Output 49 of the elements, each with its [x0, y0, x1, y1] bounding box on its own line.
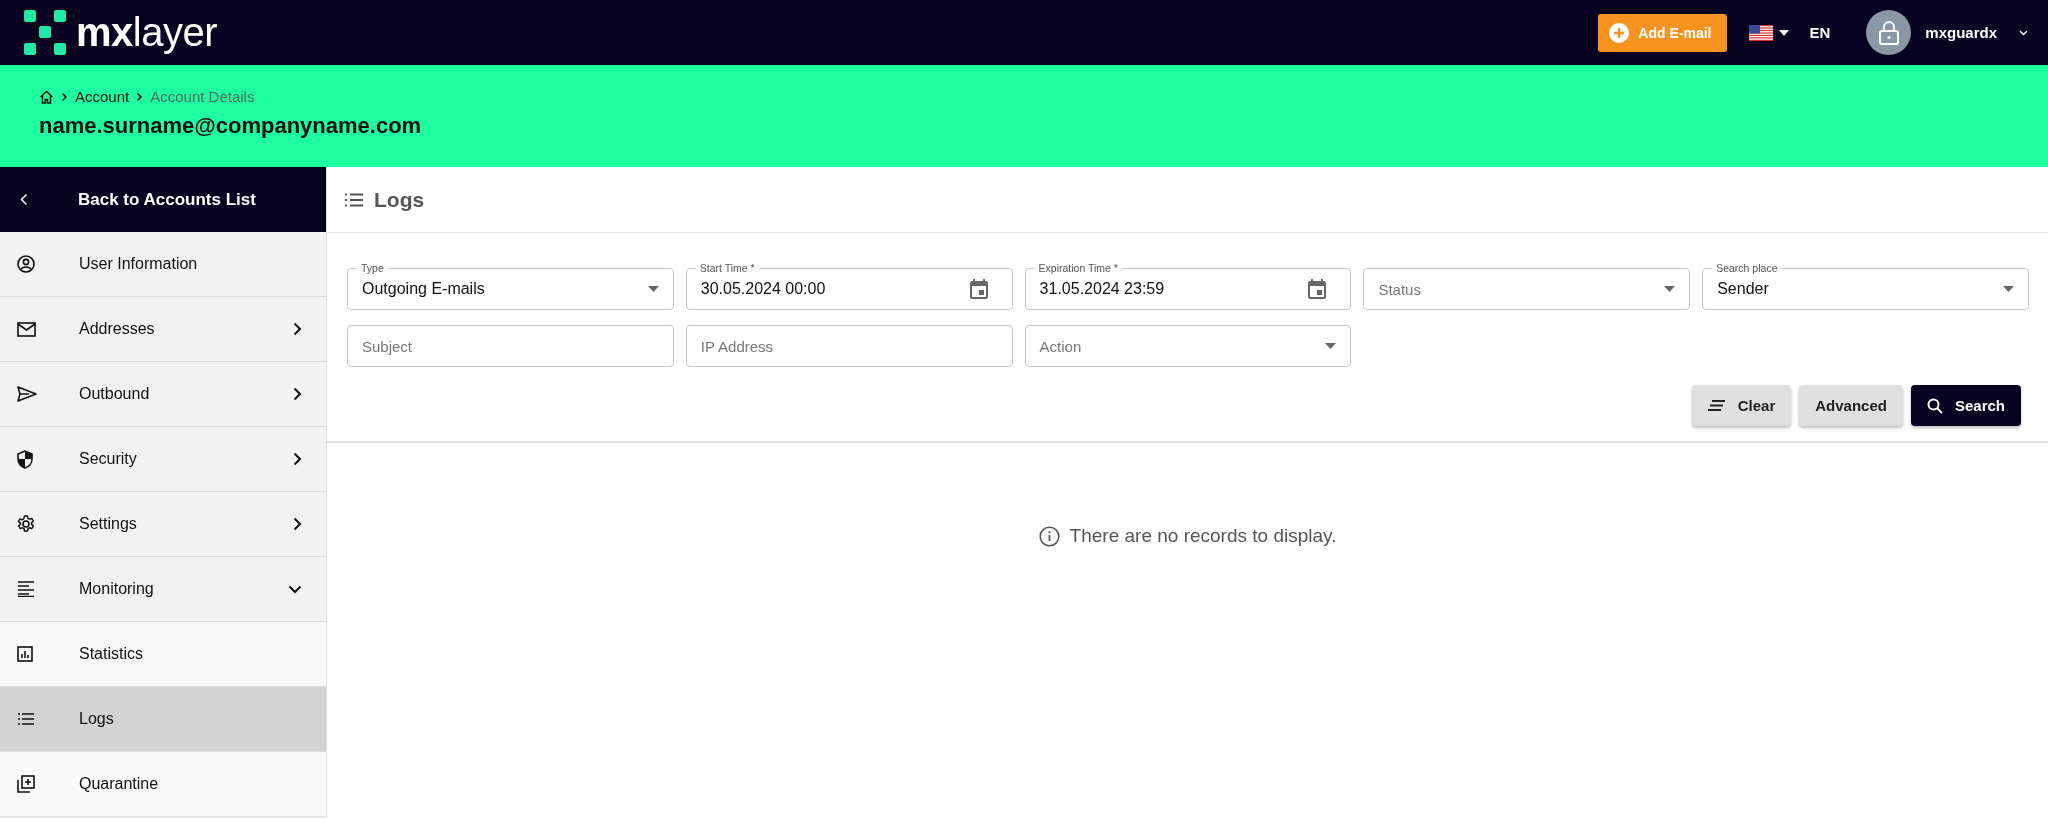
- sidebar-item[interactable]: Logs: [0, 687, 326, 752]
- flag-icon: [1749, 24, 1774, 41]
- lines-icon: [1707, 400, 1726, 411]
- dropdown-field[interactable]: Action: [1024, 325, 1352, 367]
- breadcrumb-link[interactable]: Account Details: [150, 88, 255, 105]
- search-button[interactable]: Search: [1910, 385, 2021, 426]
- gear-icon: [17, 515, 35, 533]
- info-icon: [1038, 525, 1060, 547]
- user-circle-icon: [17, 255, 35, 273]
- bar-chart-icon: [17, 646, 33, 662]
- calendar-icon[interactable]: [969, 279, 988, 299]
- chevron-left-icon: [20, 193, 28, 206]
- breadcrumb-link[interactable]: Account: [75, 88, 130, 105]
- language-code: EN: [1809, 24, 1831, 41]
- calendar-icon[interactable]: [1308, 279, 1327, 299]
- input-field[interactable]: IP Address: [685, 325, 1013, 367]
- caret-down-icon: [2003, 286, 2014, 292]
- back-to-accounts-button[interactable]: Back to Accounts List: [0, 167, 326, 232]
- account-email: name.surname@companyname.com: [39, 113, 423, 139]
- plus-circle-icon: [1609, 22, 1630, 43]
- chevron-down-icon: [2019, 29, 2028, 36]
- caret-icon: [1779, 29, 1790, 36]
- empty-message: There are no records to display.: [1069, 525, 1337, 547]
- dropdown-field[interactable]: Status: [1363, 268, 1691, 310]
- shield-icon: [17, 449, 33, 469]
- panel-title: Logs: [374, 187, 425, 212]
- chevron-right-icon: [61, 91, 68, 102]
- plain-button[interactable]: Advanced: [1799, 385, 1903, 426]
- home-icon[interactable]: [39, 89, 54, 104]
- input-field[interactable]: Subject: [347, 325, 674, 367]
- sidebar-item[interactable]: Statistics: [0, 622, 326, 687]
- envelope-icon: [17, 321, 36, 337]
- sidebar-item[interactable]: Quarantine: [0, 752, 326, 817]
- logo-icon: [24, 10, 66, 55]
- list-icon: [17, 713, 34, 725]
- caret-down-icon: [1664, 286, 1676, 292]
- search-icon: [1926, 397, 1943, 414]
- send-icon: [17, 386, 37, 402]
- text-lines-icon: [17, 581, 35, 597]
- caret-down-icon: [647, 286, 659, 292]
- language-dropdown[interactable]: [1749, 24, 1790, 41]
- caret-down-icon: [1325, 343, 1337, 349]
- avatar-lock-icon: [1866, 10, 1912, 55]
- chevron-right-icon: [136, 91, 144, 102]
- clear-button[interactable]: Clear: [1691, 385, 1792, 426]
- list-icon: [344, 192, 364, 207]
- user-menu[interactable]: mxguardx: [1925, 24, 2028, 41]
- logo-wordmark: mxlayer: [76, 10, 217, 55]
- add-stack-icon: [17, 775, 35, 793]
